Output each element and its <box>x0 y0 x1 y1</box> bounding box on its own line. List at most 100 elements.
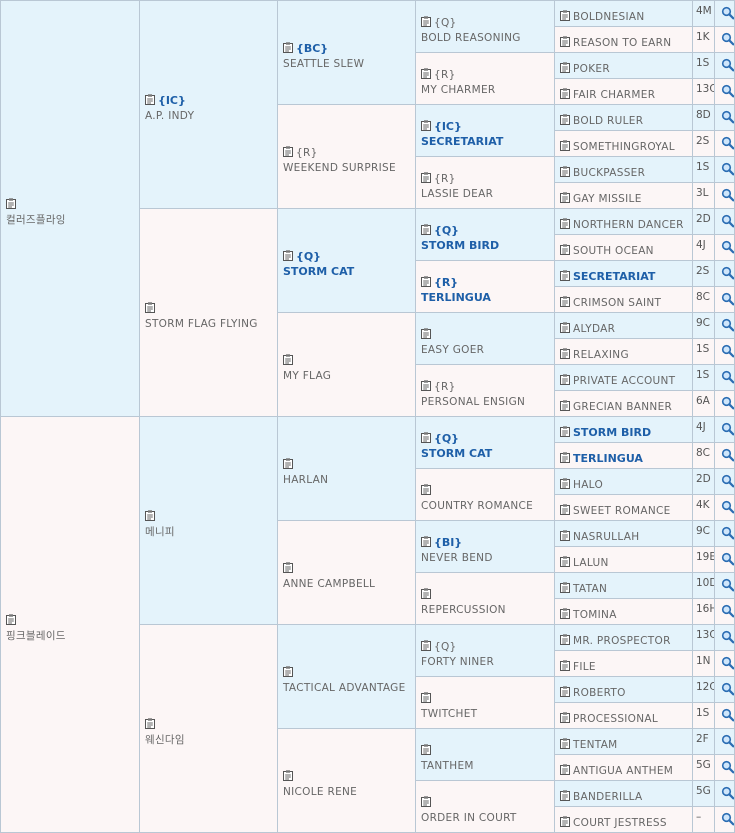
horse-name-link[interactable]: WEEKEND SURPRISE <box>283 162 396 174</box>
horse-name-link[interactable]: LALUN <box>573 557 609 569</box>
magnifier-icon[interactable] <box>721 266 735 280</box>
horse-name-link[interactable]: 웨신다임 <box>145 734 185 746</box>
magnifier-icon[interactable] <box>721 604 735 618</box>
magnifier-icon[interactable] <box>721 396 735 410</box>
horse-name-link[interactable]: NICOLE RENE <box>283 786 357 798</box>
horse-name-link[interactable]: STORM FLAG FLYING <box>145 318 258 330</box>
clipboard-icon[interactable] <box>560 348 570 359</box>
horse-name-link[interactable]: MY FLAG <box>283 370 331 382</box>
clipboard-icon[interactable] <box>560 10 570 21</box>
clipboard-icon[interactable] <box>560 764 570 775</box>
horse-name-link[interactable]: ROBERTO <box>573 687 626 699</box>
horse-name-link[interactable]: TOMINA <box>573 609 617 621</box>
horse-name-link[interactable]: HARLAN <box>283 474 328 486</box>
horse-name-link[interactable]: ANNE CAMPBELL <box>283 578 375 590</box>
horse-name-link[interactable]: BOLD REASONING <box>421 32 521 44</box>
clipboard-icon[interactable] <box>560 36 570 47</box>
horse-name-link[interactable]: NEVER BEND <box>421 552 493 564</box>
horse-name-link[interactable]: REASON TO EARN <box>573 37 671 49</box>
clipboard-icon[interactable] <box>560 88 570 99</box>
horse-name-link[interactable]: COUNTRY ROMANCE <box>421 500 533 512</box>
horse-name-link[interactable]: TERLINGUA <box>573 452 643 465</box>
clipboard-icon[interactable] <box>560 114 570 125</box>
horse-name-link[interactable]: STORM BIRD <box>421 239 499 252</box>
magnifier-icon[interactable] <box>721 474 735 488</box>
horse-name-link[interactable]: SWEET ROMANCE <box>573 505 671 517</box>
horse-name-link[interactable]: 메니피 <box>145 526 175 538</box>
horse-name-link[interactable]: PRIVATE ACCOUNT <box>573 375 675 387</box>
magnifier-icon[interactable] <box>721 32 735 46</box>
horse-name-link[interactable]: BOLD RULER <box>573 115 643 127</box>
horse-name-link[interactable]: LASSIE DEAR <box>421 188 493 200</box>
magnifier-icon[interactable] <box>721 292 735 306</box>
magnifier-icon[interactable] <box>721 760 735 774</box>
magnifier-icon[interactable] <box>721 136 735 150</box>
clipboard-icon[interactable] <box>560 738 570 749</box>
magnifier-icon[interactable] <box>721 656 735 670</box>
horse-name-link[interactable]: TWITCHET <box>421 708 477 720</box>
horse-name-link[interactable]: NASRULLAH <box>573 531 639 543</box>
magnifier-icon[interactable] <box>721 422 735 436</box>
horse-name-link[interactable]: TATAN <box>573 583 607 595</box>
horse-name-link[interactable]: ORDER IN COURT <box>421 812 517 824</box>
clipboard-icon[interactable] <box>560 140 570 151</box>
clipboard-icon[interactable] <box>560 62 570 73</box>
horse-name-link[interactable]: POKER <box>573 63 610 75</box>
horse-name-link[interactable]: A.P. INDY <box>145 110 194 122</box>
horse-name-link[interactable]: STORM CAT <box>283 265 354 278</box>
horse-name-link[interactable]: MY CHARMER <box>421 84 496 96</box>
horse-name-link[interactable]: FORTY NINER <box>421 656 494 668</box>
clipboard-icon[interactable] <box>560 686 570 697</box>
magnifier-icon[interactable] <box>721 734 735 748</box>
horse-name-link[interactable]: NORTHERN DANCER <box>573 219 684 231</box>
horse-name-link[interactable]: HALO <box>573 479 603 491</box>
magnifier-icon[interactable] <box>721 188 735 202</box>
clipboard-icon[interactable] <box>560 816 570 827</box>
horse-name-link[interactable]: 핑크블레이드 <box>6 630 66 642</box>
magnifier-icon[interactable] <box>721 786 735 800</box>
horse-name-link[interactable]: CRIMSON SAINT <box>573 297 661 309</box>
horse-name-link[interactable]: BANDERILLA <box>573 791 642 803</box>
magnifier-icon[interactable] <box>721 240 735 254</box>
horse-name-link[interactable]: BUCKPASSER <box>573 167 645 179</box>
horse-name-link[interactable]: 컬러즈플라잉 <box>6 214 66 226</box>
magnifier-icon[interactable] <box>721 630 735 644</box>
clipboard-icon[interactable] <box>560 166 570 177</box>
horse-name-link[interactable]: RELAXING <box>573 349 629 361</box>
clipboard-icon[interactable] <box>560 244 570 255</box>
magnifier-icon[interactable] <box>721 6 735 20</box>
horse-name-link[interactable]: REPERCUSSION <box>421 604 506 616</box>
magnifier-icon[interactable] <box>721 500 735 514</box>
horse-name-link[interactable]: PERSONAL ENSIGN <box>421 396 525 408</box>
magnifier-icon[interactable] <box>721 344 735 358</box>
clipboard-icon[interactable] <box>560 712 570 723</box>
magnifier-icon[interactable] <box>721 578 735 592</box>
magnifier-icon[interactable] <box>721 708 735 722</box>
magnifier-icon[interactable] <box>721 448 735 462</box>
clipboard-icon[interactable] <box>560 790 570 801</box>
clipboard-icon[interactable] <box>560 478 570 489</box>
horse-name-link[interactable]: COURT JESTRESS <box>573 817 667 829</box>
clipboard-icon[interactable] <box>560 504 570 515</box>
horse-name-link[interactable]: FAIR CHARMER <box>573 89 655 101</box>
clipboard-icon[interactable] <box>560 322 570 333</box>
clipboard-icon[interactable] <box>560 374 570 385</box>
clipboard-icon[interactable] <box>560 660 570 671</box>
horse-name-link[interactable]: ANTIGUA ANTHEM <box>573 765 673 777</box>
clipboard-icon[interactable] <box>560 634 570 645</box>
horse-name-link[interactable]: TACTICAL ADVANTAGE <box>283 682 406 694</box>
magnifier-icon[interactable] <box>721 214 735 228</box>
clipboard-icon[interactable] <box>560 530 570 541</box>
clipboard-icon[interactable] <box>560 582 570 593</box>
magnifier-icon[interactable] <box>721 318 735 332</box>
clipboard-icon[interactable] <box>560 400 570 411</box>
magnifier-icon[interactable] <box>721 370 735 384</box>
magnifier-icon[interactable] <box>721 682 735 696</box>
horse-name-link[interactable]: SOUTH OCEAN <box>573 245 654 257</box>
horse-name-link[interactable]: TENTAM <box>573 739 618 751</box>
magnifier-icon[interactable] <box>721 812 735 826</box>
horse-name-link[interactable]: STORM BIRD <box>573 426 651 439</box>
horse-name-link[interactable]: FILE <box>573 661 596 673</box>
horse-name-link[interactable]: BOLDNESIAN <box>573 11 645 23</box>
horse-name-link[interactable]: TERLINGUA <box>421 291 491 304</box>
